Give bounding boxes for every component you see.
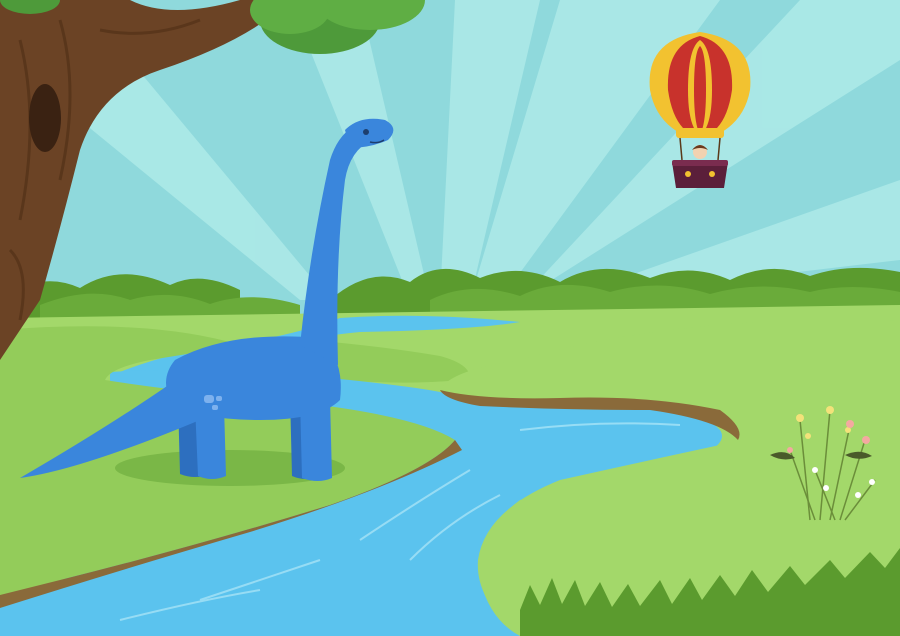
tree-hollow <box>29 84 61 152</box>
illustration-scene <box>0 0 900 636</box>
dinosaur-eye <box>363 129 369 135</box>
